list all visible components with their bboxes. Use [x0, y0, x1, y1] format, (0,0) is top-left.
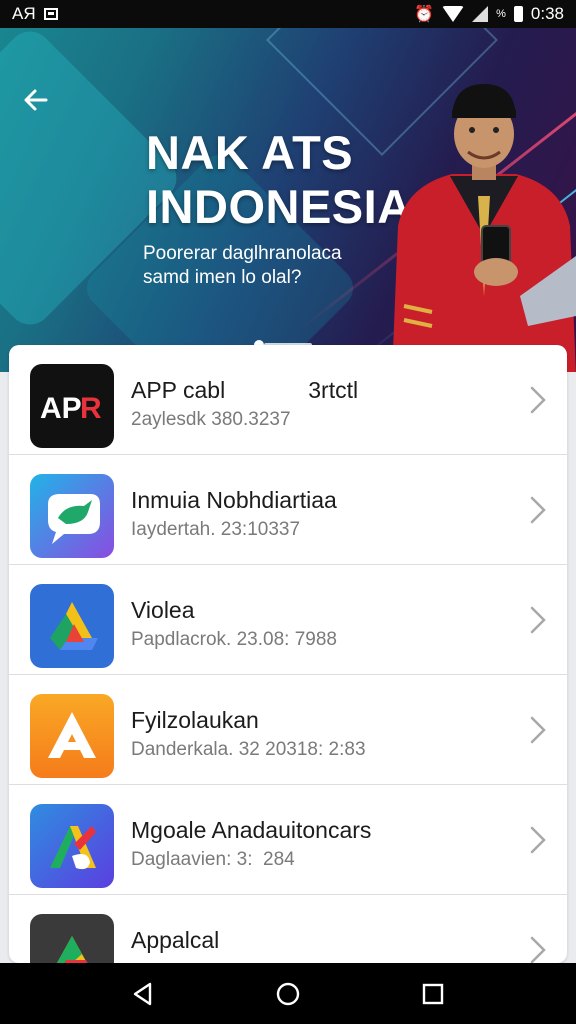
app-meta: Papdlacrok. 23.08: 7988	[131, 629, 337, 650]
letter-a-icon	[30, 694, 114, 778]
list-item[interactable]: Fyilzolaukan Danderkala. 32 20318: 2:83	[9, 675, 567, 785]
app-name: Appalcal	[131, 927, 220, 953]
app-meta: Iaydertah. 23:10337	[131, 519, 301, 540]
list-item[interactable]: Inmuia Nobhdiartiaa Iaydertah. 23:10337	[9, 455, 567, 565]
hero-banner[interactable]: NAK ATS INDONESIA Poorerar daglhranolaca…	[0, 28, 576, 372]
notification-icon	[43, 8, 58, 20]
status-left: AЯ	[12, 4, 58, 24]
back-arrow-icon[interactable]	[20, 84, 52, 116]
wifi-icon	[442, 6, 465, 22]
status-bar: AЯ ⏰ % 0:38	[0, 0, 576, 28]
home-circle-icon[interactable]	[275, 981, 301, 1007]
app-list: AP R APP cabl 3rtctl 2aylesdk 380.3237 I…	[9, 345, 567, 963]
list-item[interactable]: AP R APP cabl 3rtctl 2aylesdk 380.3237	[9, 345, 567, 455]
multicolor-a-icon	[30, 804, 114, 888]
chevron-right-icon	[530, 606, 546, 634]
list-item[interactable]: Mgoale Anadauitoncars Daglaavien: 3: 284	[9, 785, 567, 895]
battery-percent: %	[496, 8, 506, 20]
list-item[interactable]: Violea Papdlacrok. 23.08: 7988	[9, 565, 567, 675]
app-meta: Daglaavien: 3: 284	[131, 849, 295, 870]
app-name: Mgoale Anadauitoncars	[131, 817, 372, 843]
chevron-right-icon	[530, 386, 546, 414]
back-triangle-icon[interactable]	[130, 981, 156, 1007]
chevron-right-icon	[530, 716, 546, 744]
triangle-icon	[30, 914, 114, 963]
drive-triangle-icon	[30, 584, 114, 668]
app-name: APP cabl 3rtctl	[131, 377, 359, 403]
status-right: ⏰ % 0:38	[414, 4, 564, 24]
chevron-right-icon	[530, 826, 546, 854]
apr-icon: AP R	[30, 364, 114, 448]
list-item[interactable]: Appalcal	[9, 895, 567, 963]
app-meta: 2aylesdk 380.3237	[131, 409, 291, 430]
recents-square-icon[interactable]	[420, 981, 446, 1007]
app-name: Inmuia Nobhdiartiaa	[131, 487, 337, 513]
chevron-right-icon	[530, 936, 546, 963]
signal-icon	[472, 6, 489, 22]
alarm-icon: ⏰	[414, 6, 435, 23]
battery-icon	[513, 6, 523, 22]
app-name: Fyilzolaukan	[131, 707, 259, 733]
carrier-text: AЯ	[12, 4, 36, 23]
clock: 0:38	[530, 4, 564, 23]
svg-text:R: R	[80, 392, 102, 425]
banner-subtitle: Poorerar daglhranolaca samd imen lo olal…	[143, 243, 342, 288]
svg-text:AP: AP	[40, 392, 82, 425]
app-name: Violea	[131, 597, 195, 623]
presenter-image	[392, 84, 576, 372]
navigation-bar	[0, 963, 576, 1024]
app-meta: Danderkala. 32 20318: 2:83	[131, 739, 366, 760]
chat-bubble-icon	[30, 474, 114, 558]
chevron-right-icon	[530, 496, 546, 524]
